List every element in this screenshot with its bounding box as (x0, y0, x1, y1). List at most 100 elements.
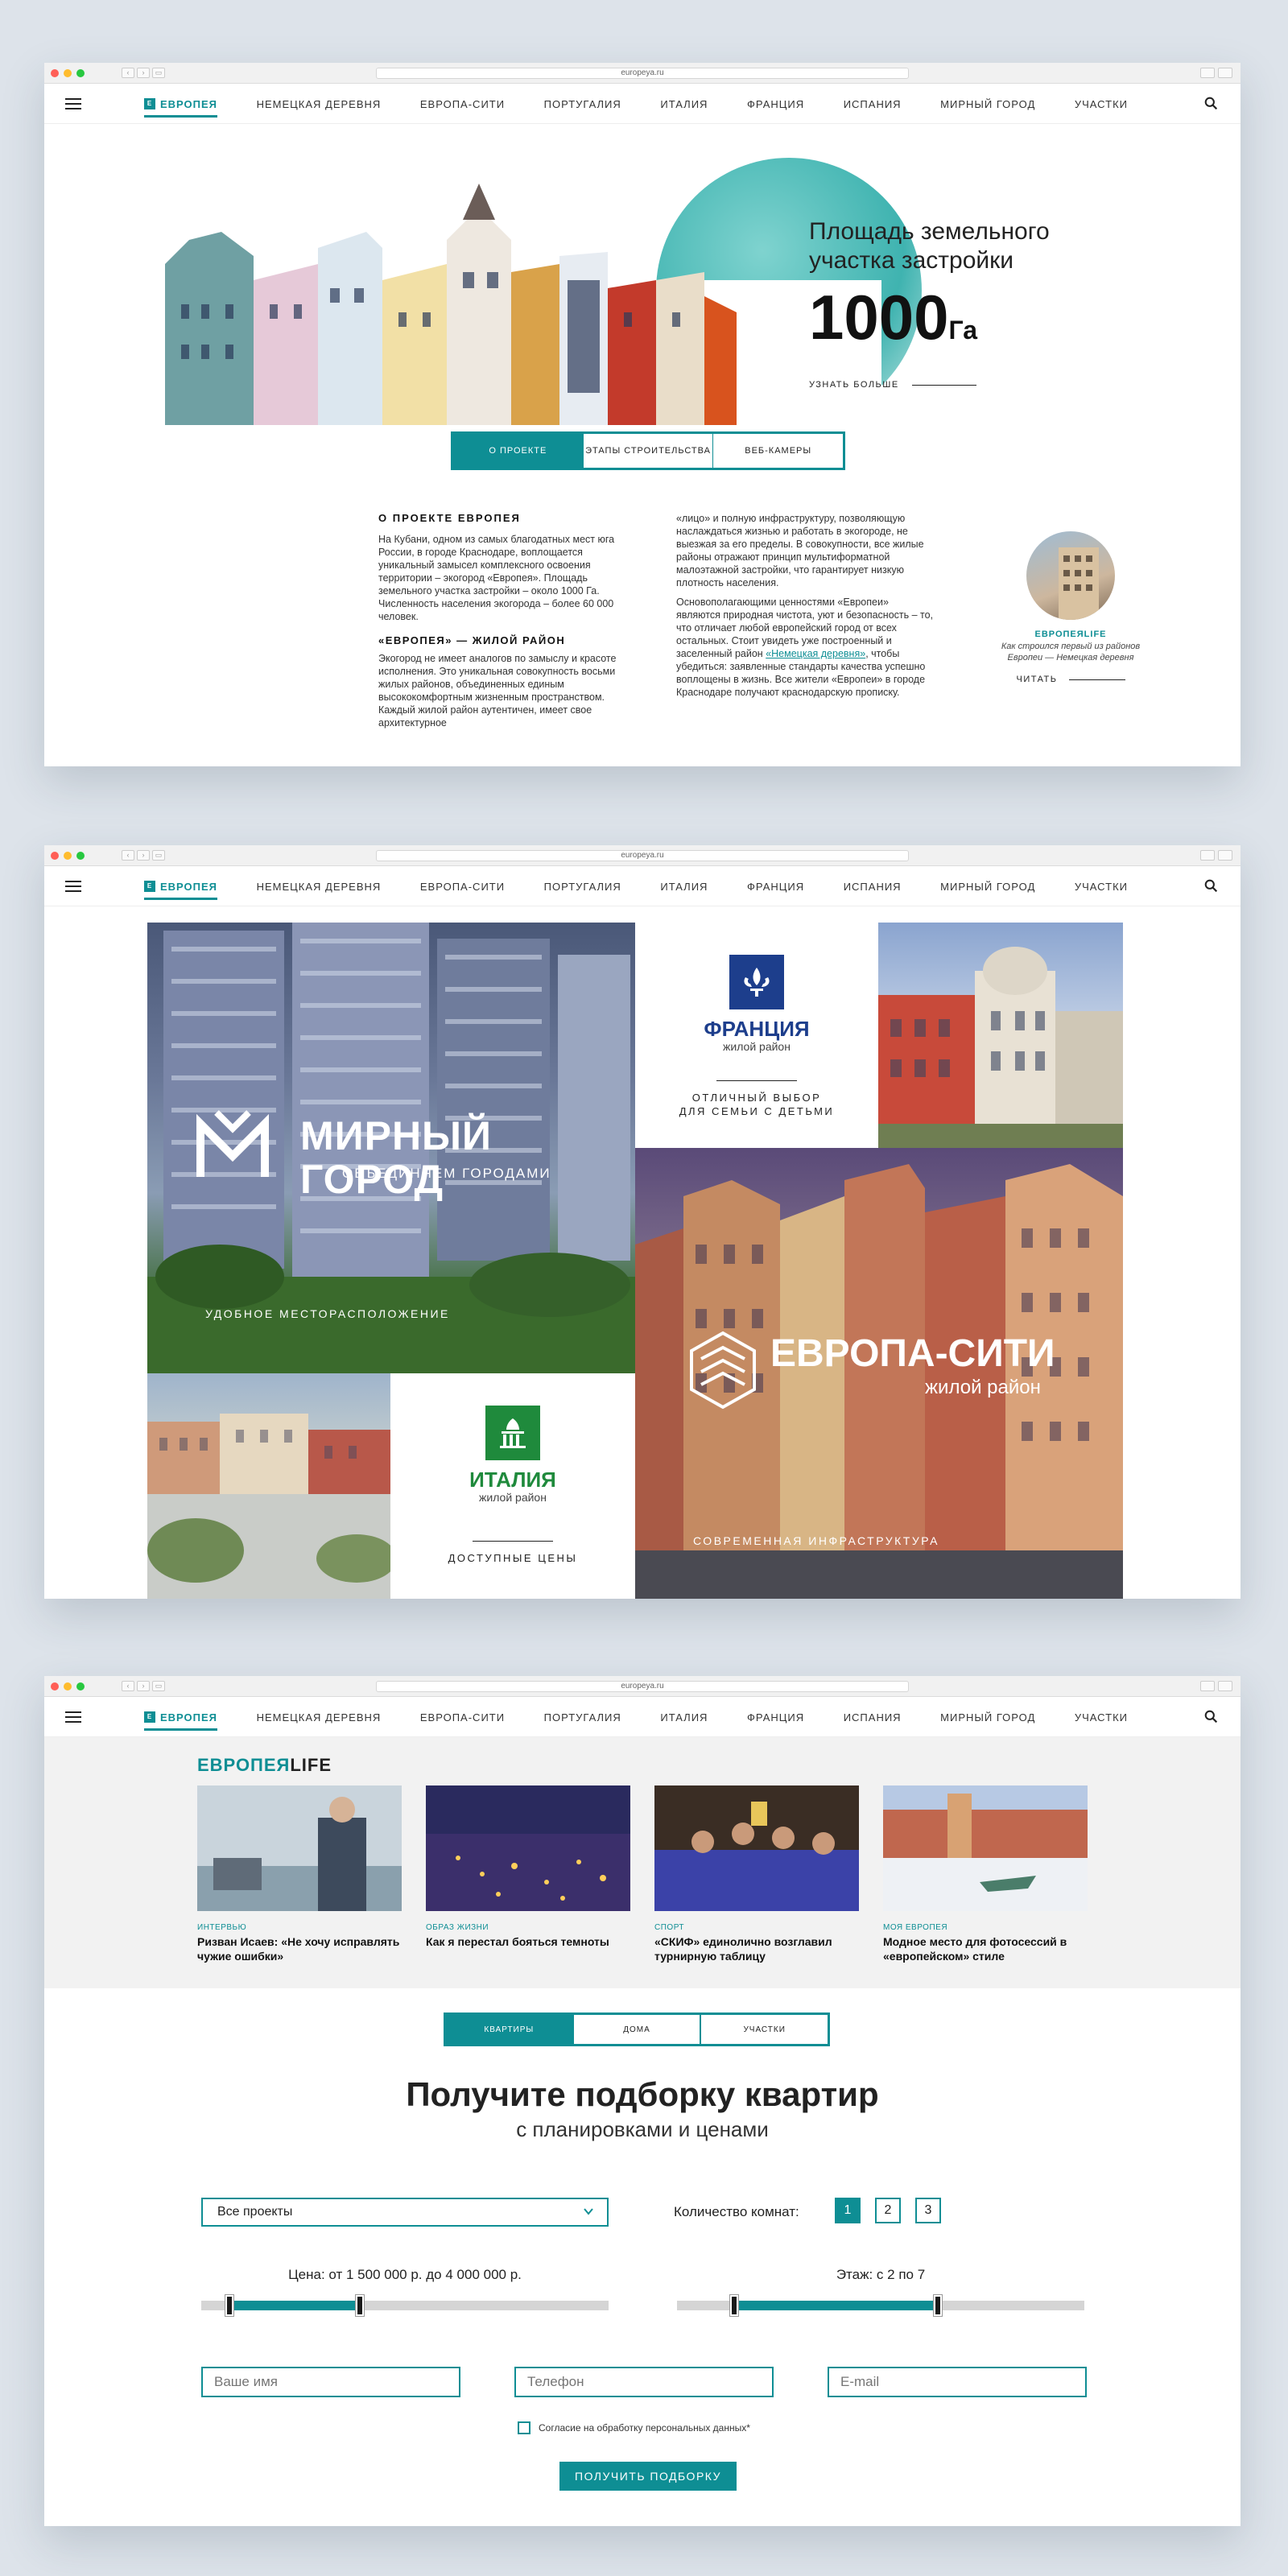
district-tile-france[interactable]: ФРАНЦИЯ жилой район ОТЛИЧНЫЙ ВЫБОР ДЛЯ СЕ… (635, 923, 878, 1148)
share-icon[interactable] (1200, 850, 1215, 861)
address-bar[interactable]: europeya.ru (376, 1681, 909, 1692)
nav-item-france[interactable]: Франция (747, 881, 804, 893)
nav-item-france[interactable]: Франция (747, 1711, 804, 1724)
tab-about[interactable]: О ПРОЕКТЕ (453, 434, 584, 468)
share-icon[interactable] (1200, 1681, 1215, 1691)
search-icon[interactable] (1204, 97, 1218, 110)
nav-item-german-village[interactable]: Немецкая деревня (257, 1711, 382, 1724)
name-field[interactable] (201, 2367, 460, 2397)
forward-arrow-icon[interactable]: › (137, 850, 150, 861)
nav-item-mirny[interactable]: Мирный город (940, 881, 1035, 893)
tab-webcams[interactable]: ВЕБ-КАМЕРЫ (713, 434, 843, 468)
nav-brand[interactable]: E Европея (144, 1711, 218, 1731)
nav-item-german-village[interactable]: Немецкая деревня (257, 881, 382, 893)
nav-item-portugal[interactable]: Португалия (544, 881, 621, 893)
nav-item-italy[interactable]: Италия (660, 881, 708, 893)
phone-field[interactable] (514, 2367, 774, 2397)
search-icon[interactable] (1204, 1710, 1218, 1724)
district-tile-italy[interactable]: ИТАЛИЯ жилой район ДОСТУПНЫЕ ЦЕНЫ (390, 1373, 635, 1599)
zoom-window-button[interactable] (76, 69, 85, 77)
forward-arrow-icon[interactable]: › (137, 1681, 150, 1691)
life-card[interactable]: ИНТЕРВЬЮ Ризван Исаев: «Не хочу исправля… (197, 1785, 402, 1963)
consent-checkbox[interactable] (518, 2421, 530, 2434)
nav-item-europe-city[interactable]: Европа-Сити (420, 98, 505, 110)
sidebar-icon[interactable]: ▭ (152, 1681, 165, 1691)
window-controls[interactable] (51, 69, 85, 77)
menu-icon[interactable] (65, 98, 81, 109)
get-selection-button[interactable]: ПОЛУЧИТЬ ПОДБОРКУ (559, 2462, 737, 2491)
room-option[interactable]: 1 (835, 2198, 861, 2223)
tab-construction-stages[interactable]: ЭТАПЫ СТРОИТЕЛЬСТВА (584, 434, 714, 468)
minimize-window-button[interactable] (64, 69, 72, 77)
sidebar-icon[interactable]: ▭ (152, 850, 165, 861)
sidebar-icon[interactable]: ▭ (152, 68, 165, 78)
nav-item-german-village[interactable]: Немецкая деревня (257, 98, 382, 110)
district-tile-mirny[interactable]: МИРНЫЙ ГОРОД ОБЪЕДИНЯЕМ ГОРОДАМИ УДОБНОЕ… (147, 923, 635, 1373)
close-window-button[interactable] (51, 1682, 59, 1690)
life-card[interactable]: СПОРТ «СКИФ» единолично возглавил турнир… (654, 1785, 859, 1963)
nav-item-plots[interactable]: Участки (1075, 98, 1128, 110)
nav-item-italy[interactable]: Италия (660, 1711, 708, 1724)
nav-item-italy[interactable]: Италия (660, 98, 708, 110)
price-range-slider[interactable] (201, 2294, 609, 2317)
teaser-photo[interactable] (1026, 531, 1115, 620)
learn-more-link[interactable]: УЗНАТЬ БОЛЬШЕ (809, 380, 1131, 390)
room-option[interactable]: 3 (915, 2198, 941, 2223)
nav-brand[interactable]: E Европея (144, 880, 218, 900)
search-icon[interactable] (1204, 879, 1218, 893)
german-village-link[interactable]: «Немецкая деревня» (766, 648, 865, 659)
zoom-window-button[interactable] (76, 852, 85, 860)
share-icon[interactable] (1200, 68, 1215, 78)
forward-arrow-icon[interactable]: › (137, 68, 150, 78)
nav-item-plots[interactable]: Участки (1075, 1711, 1128, 1724)
price-max-handle[interactable] (355, 2294, 365, 2317)
italy-photo[interactable] (147, 1373, 390, 1599)
tab-houses[interactable]: ДОМА (574, 2015, 702, 2044)
nav-item-europe-city[interactable]: Европа-Сити (420, 881, 505, 893)
floor-range-slider[interactable] (677, 2294, 1084, 2317)
history-buttons[interactable]: ‹ › ▭ (122, 68, 165, 78)
nav-item-plots[interactable]: Участки (1075, 881, 1128, 893)
close-window-button[interactable] (51, 69, 59, 77)
district-tile-europe-city[interactable]: ЕВРОПА-СИТИ жилой район СОВРЕМЕННАЯ ИНФР… (635, 1148, 1123, 1599)
tab-plots[interactable]: УЧАСТКИ (701, 2015, 828, 2044)
nav-item-mirny[interactable]: Мирный город (940, 98, 1035, 110)
minimize-window-button[interactable] (64, 852, 72, 860)
menu-icon[interactable] (65, 1711, 81, 1723)
history-buttons[interactable]: ‹ › ▭ (122, 1681, 165, 1691)
read-link[interactable]: ЧИТАТЬ (990, 675, 1151, 684)
window-controls[interactable] (51, 852, 85, 860)
nav-item-mirny[interactable]: Мирный город (940, 1711, 1035, 1724)
tabs-icon[interactable] (1218, 850, 1232, 861)
minimize-window-button[interactable] (64, 1682, 72, 1690)
window-controls[interactable] (51, 1682, 85, 1690)
france-photo[interactable] (878, 923, 1123, 1148)
zoom-window-button[interactable] (76, 1682, 85, 1690)
price-min-handle[interactable] (225, 2294, 235, 2317)
life-card[interactable]: МОЯ ЕВРОПЕЯ Модное место для фотосессий … (883, 1785, 1088, 1963)
tab-apartments[interactable]: КВАРТИРЫ (446, 2015, 574, 2044)
tabs-icon[interactable] (1218, 1681, 1232, 1691)
address-bar[interactable]: europeya.ru (376, 850, 909, 861)
nav-brand[interactable]: E Европея (144, 97, 218, 118)
nav-item-france[interactable]: Франция (747, 98, 804, 110)
nav-item-spain[interactable]: Испания (844, 881, 902, 893)
email-field[interactable] (828, 2367, 1087, 2397)
floor-min-handle[interactable] (729, 2294, 739, 2317)
back-arrow-icon[interactable]: ‹ (122, 1681, 134, 1691)
menu-icon[interactable] (65, 881, 81, 892)
floor-max-handle[interactable] (932, 2294, 943, 2317)
nav-item-spain[interactable]: Испания (844, 1711, 902, 1724)
room-option[interactable]: 2 (875, 2198, 901, 2223)
back-arrow-icon[interactable]: ‹ (122, 68, 134, 78)
project-select[interactable]: Все проекты (201, 2198, 609, 2227)
back-arrow-icon[interactable]: ‹ (122, 850, 134, 861)
nav-item-spain[interactable]: Испания (844, 98, 902, 110)
address-bar[interactable]: europeya.ru (376, 68, 909, 79)
life-card[interactable]: ОБРАЗ ЖИЗНИ Как я перестал бояться темно… (426, 1785, 630, 1963)
life-logo[interactable]: ЕВРОПЕЯLIFE (197, 1755, 332, 1776)
close-window-button[interactable] (51, 852, 59, 860)
nav-item-portugal[interactable]: Португалия (544, 1711, 621, 1724)
tabs-icon[interactable] (1218, 68, 1232, 78)
history-buttons[interactable]: ‹ › ▭ (122, 850, 165, 861)
